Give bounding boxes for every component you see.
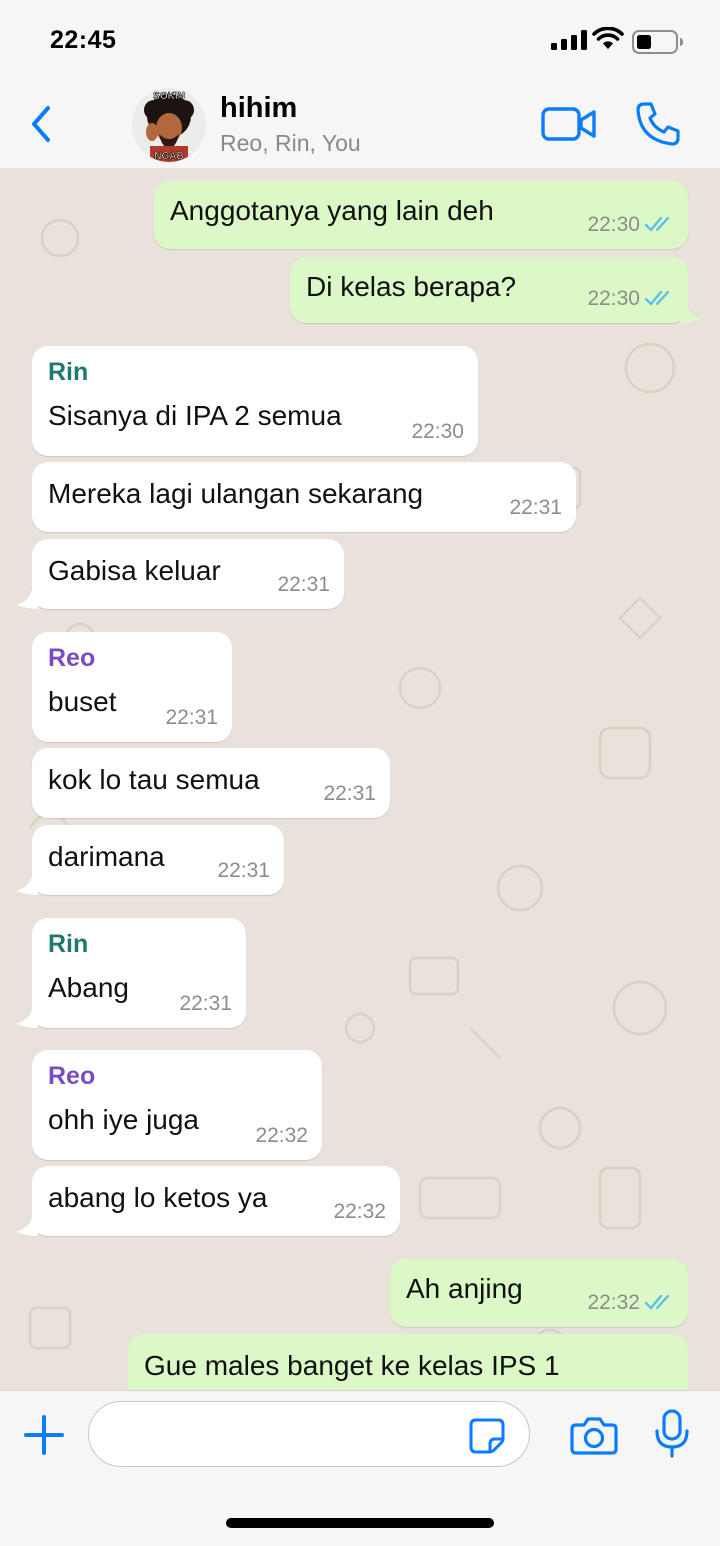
bubble-tail: [16, 875, 38, 895]
message-text: Mereka lagi ulangan sekarang: [48, 478, 424, 509]
message-list[interactable]: Anggotanya yang lain deh 22:30 Di kelas …: [0, 168, 720, 1390]
message-text: Ah anjing: [406, 1273, 523, 1304]
read-ticks-icon: [644, 290, 670, 306]
message-bubble-outgoing[interactable]: Gue males banget ke kelas IPS 1: [128, 1334, 688, 1390]
message-bubble-outgoing[interactable]: Anggotanya yang lain deh 22:30: [154, 181, 688, 249]
avatar-image: SOKIN NGAB: [132, 88, 206, 162]
message-text: Di kelas berapa?: [306, 271, 517, 302]
message-bubble-incoming[interactable]: darimana 22:31: [32, 825, 284, 895]
message-text: Sisanya di IPA 2 semua: [48, 400, 342, 431]
message-time: 22:31: [217, 859, 270, 882]
bubble-tail: [680, 303, 702, 323]
sender-name: Reo: [48, 644, 96, 672]
message-time: 22:31: [509, 496, 562, 519]
message-text: kok lo tau semua: [48, 764, 260, 795]
message-time: 22:31: [277, 573, 330, 596]
message-bubble-incoming[interactable]: Rin Abang 22:31: [32, 918, 246, 1028]
chat-members[interactable]: Reo, Rin, You: [220, 130, 361, 157]
message-bubble-incoming[interactable]: Reo ohh iye juga 22:32: [32, 1050, 322, 1160]
message-bubble-incoming[interactable]: Mereka lagi ulangan sekarang 22:31: [32, 462, 576, 532]
avatar-text-top: SOKIN: [153, 91, 185, 102]
chat-title[interactable]: hihim: [220, 92, 297, 125]
status-time: 22:45: [50, 26, 117, 54]
message-text: Gue males banget ke kelas IPS 1: [144, 1350, 560, 1381]
message-time: 22:31: [323, 782, 376, 805]
message-text: Anggotanya yang lain deh: [170, 195, 494, 226]
status-bar: 22:45: [0, 0, 720, 80]
avatar-text-bottom: NGAB: [154, 151, 183, 162]
phone-icon[interactable]: [634, 100, 682, 148]
home-indicator: [226, 1518, 494, 1528]
message-bubble-incoming[interactable]: Gabisa keluar 22:31: [32, 539, 344, 609]
message-bubble-incoming[interactable]: abang lo ketos ya 22:32: [32, 1166, 400, 1236]
cellular-signal-icon: [551, 30, 587, 50]
message-bubble-incoming[interactable]: Rin Sisanya di IPA 2 semua 22:30: [32, 346, 478, 456]
message-time: 22:31: [165, 706, 218, 729]
wifi-icon: [592, 27, 624, 49]
message-text: Abang: [48, 972, 129, 1003]
plus-icon[interactable]: [22, 1413, 66, 1457]
bubble-tail: [16, 1008, 38, 1028]
message-text: darimana: [48, 841, 165, 872]
battery-icon: [632, 30, 683, 54]
message-text: abang lo ketos ya: [48, 1182, 268, 1213]
message-time: 22:32: [333, 1200, 386, 1223]
message-time: 22:31: [179, 992, 232, 1015]
read-ticks-icon: [644, 1294, 670, 1310]
message-text: Gabisa keluar: [48, 555, 221, 586]
message-time: 22:32: [255, 1124, 308, 1147]
message-time: 22:32: [587, 1291, 640, 1314]
microphone-icon[interactable]: [654, 1409, 690, 1459]
bubble-tail: [16, 1216, 38, 1236]
sticker-icon[interactable]: [468, 1417, 506, 1455]
chevron-left-icon[interactable]: [26, 102, 56, 146]
sender-name: Rin: [48, 358, 89, 386]
bubble-tail: [16, 589, 38, 609]
message-bubble-incoming[interactable]: Reo buset 22:31: [32, 632, 232, 742]
sender-name: Rin: [48, 930, 89, 958]
message-text: ohh iye juga: [48, 1104, 200, 1135]
message-time: 22:30: [587, 287, 640, 310]
message-time: 22:30: [411, 420, 464, 443]
sender-name: Reo: [48, 1062, 96, 1090]
group-avatar[interactable]: SOKIN NGAB: [132, 88, 206, 162]
message-input[interactable]: [88, 1401, 530, 1467]
message-bubble-outgoing[interactable]: Ah anjing 22:32: [390, 1259, 688, 1327]
video-camera-icon[interactable]: [540, 104, 598, 144]
message-bubble-incoming[interactable]: kok lo tau semua 22:31: [32, 748, 390, 818]
camera-icon[interactable]: [570, 1415, 618, 1455]
message-bubble-outgoing[interactable]: Di kelas berapa? 22:30: [290, 257, 688, 323]
read-ticks-icon: [644, 216, 670, 232]
chat-header: SOKIN NGAB hihim Reo, Rin, You: [0, 80, 720, 169]
message-time: 22:30: [587, 213, 640, 236]
message-text: buset: [48, 686, 117, 717]
